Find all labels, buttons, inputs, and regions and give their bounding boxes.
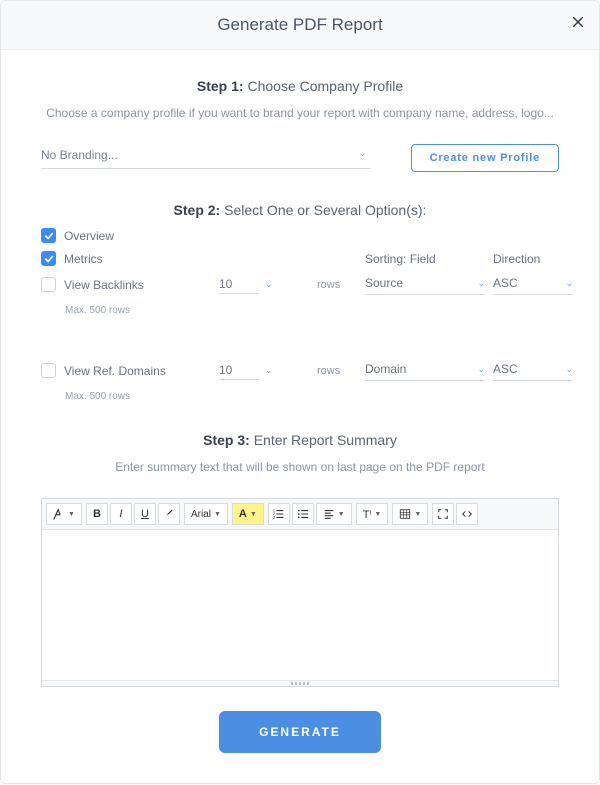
- metrics-option: Metrics: [41, 251, 211, 266]
- step1-title: Choose Company Profile: [247, 78, 403, 94]
- align-button[interactable]: ▼: [316, 503, 352, 525]
- step3-title: Enter Report Summary: [254, 432, 397, 448]
- rows-label: rows: [317, 365, 357, 377]
- backlinks-checkbox[interactable]: [41, 277, 56, 292]
- branding-select[interactable]: No Branding... ⌄: [41, 144, 371, 169]
- backlinks-label: View Backlinks: [64, 278, 144, 292]
- refdomains-sort-field-select[interactable]: Domain ⌄: [365, 360, 485, 381]
- chevron-down-icon: ⌄: [477, 364, 485, 375]
- backlinks-rows-input[interactable]: [219, 275, 259, 294]
- modal-header: Generate PDF Report: [1, 1, 599, 50]
- chevron-down-icon[interactable]: ⌄: [265, 365, 273, 376]
- chevron-down-icon: ⌄: [565, 364, 573, 375]
- branding-select-value: No Branding...: [41, 148, 118, 162]
- text-format-button[interactable]: Tⁱ ▼: [356, 503, 389, 525]
- step2-heading: Step 2: Select One or Several Option(s):: [41, 202, 559, 218]
- close-icon[interactable]: [571, 13, 585, 34]
- unordered-list-button[interactable]: [292, 503, 314, 525]
- refdomains-max-note: Max. 500 rows: [65, 391, 309, 402]
- refdomains-rows-input[interactable]: [219, 361, 259, 380]
- text-format-icon: Tⁱ: [363, 508, 372, 521]
- bold-button[interactable]: B: [86, 503, 108, 525]
- step3-label: Step 3:: [203, 432, 250, 448]
- step2-label: Step 2:: [174, 202, 221, 218]
- rich-text-editor: ▼ B I U Arial ▼: [41, 498, 559, 687]
- table-button[interactable]: ▼: [392, 503, 428, 525]
- generate-row: GENERATE: [41, 711, 559, 753]
- step1-heading: Step 1: Choose Company Profile: [41, 78, 559, 94]
- direction-header: Direction: [493, 252, 573, 266]
- sorting-field-header: Sorting: Field: [365, 252, 485, 266]
- modal-body: Step 1: Choose Company Profile Choose a …: [1, 50, 599, 783]
- step3-heading: Step 3: Enter Report Summary: [41, 432, 559, 448]
- chevron-down-icon: ▼: [414, 511, 421, 518]
- step3-section: Step 3: Enter Report Summary Enter summa…: [41, 432, 559, 687]
- highlight-letter: A: [239, 508, 247, 520]
- chevron-down-icon: ⌄: [358, 148, 366, 159]
- chevron-down-icon: ▼: [338, 511, 345, 518]
- chevron-down-icon[interactable]: ⌄: [265, 279, 273, 290]
- font-select-value: Arial: [191, 509, 211, 520]
- backlinks-sort-field-value: Source: [365, 276, 403, 290]
- brush-button[interactable]: [158, 503, 180, 525]
- step1-label: Step 1:: [197, 78, 244, 94]
- generate-pdf-modal: Generate PDF Report Step 1: Choose Compa…: [0, 0, 600, 784]
- backlinks-max-note: Max. 500 rows: [65, 305, 309, 316]
- editor-toolbar: ▼ B I U Arial ▼: [42, 499, 558, 530]
- chevron-down-icon: ▼: [68, 511, 75, 518]
- backlinks-sort-field-select[interactable]: Source ⌄: [365, 274, 485, 295]
- code-view-button[interactable]: [456, 503, 478, 525]
- metrics-checkbox[interactable]: [41, 251, 56, 266]
- svg-text:3: 3: [273, 515, 275, 519]
- step2-title: Select One or Several Option(s):: [224, 202, 426, 218]
- chevron-down-icon: ▼: [214, 511, 221, 518]
- italic-button[interactable]: I: [110, 503, 132, 525]
- chevron-down-icon: ▼: [250, 511, 257, 518]
- styles-button[interactable]: ▼: [46, 503, 82, 525]
- refdomains-sort-dir-select[interactable]: ASC ⌄: [493, 360, 573, 381]
- options-grid: Overview Metrics Sorting: Field Directio…: [41, 228, 559, 402]
- refdomains-label: View Ref. Domains: [64, 364, 166, 378]
- refdomains-sort-dir-value: ASC: [493, 362, 518, 376]
- refdomains-rows-wrap: ⌄: [219, 361, 309, 380]
- editor-textarea[interactable]: [42, 530, 558, 680]
- modal-title: Generate PDF Report: [217, 15, 382, 34]
- overview-label: Overview: [64, 229, 114, 243]
- chevron-down-icon: ⌄: [565, 278, 573, 289]
- backlinks-sort-dir-value: ASC: [493, 276, 518, 290]
- rows-label: rows: [317, 279, 357, 291]
- generate-button[interactable]: GENERATE: [219, 711, 381, 753]
- editor-resize-handle[interactable]: [42, 680, 558, 686]
- underline-button[interactable]: U: [134, 503, 156, 525]
- chevron-down-icon: ▼: [374, 511, 381, 518]
- overview-checkbox[interactable]: [41, 228, 56, 243]
- refdomains-option: View Ref. Domains: [41, 363, 211, 378]
- step1-desc: Choose a company profile if you want to …: [41, 104, 559, 122]
- backlinks-option: View Backlinks: [41, 277, 211, 292]
- refdomains-checkbox[interactable]: [41, 363, 56, 378]
- font-select[interactable]: Arial ▼: [184, 503, 228, 525]
- profile-row: No Branding... ⌄ Create new Profile: [41, 144, 559, 172]
- backlinks-rows-wrap: ⌄: [219, 275, 309, 294]
- step3-desc: Enter summary text that will be shown on…: [41, 458, 559, 476]
- fullscreen-button[interactable]: [432, 503, 454, 525]
- backlinks-sort-dir-select[interactable]: ASC ⌄: [493, 274, 573, 295]
- ordered-list-button[interactable]: 123: [268, 503, 290, 525]
- overview-option: Overview: [41, 228, 211, 243]
- metrics-label: Metrics: [64, 252, 103, 266]
- refdomains-sort-field-value: Domain: [365, 362, 406, 376]
- create-profile-button[interactable]: Create new Profile: [411, 144, 559, 172]
- highlight-color-button[interactable]: A ▼: [232, 503, 264, 525]
- chevron-down-icon: ⌄: [477, 278, 485, 289]
